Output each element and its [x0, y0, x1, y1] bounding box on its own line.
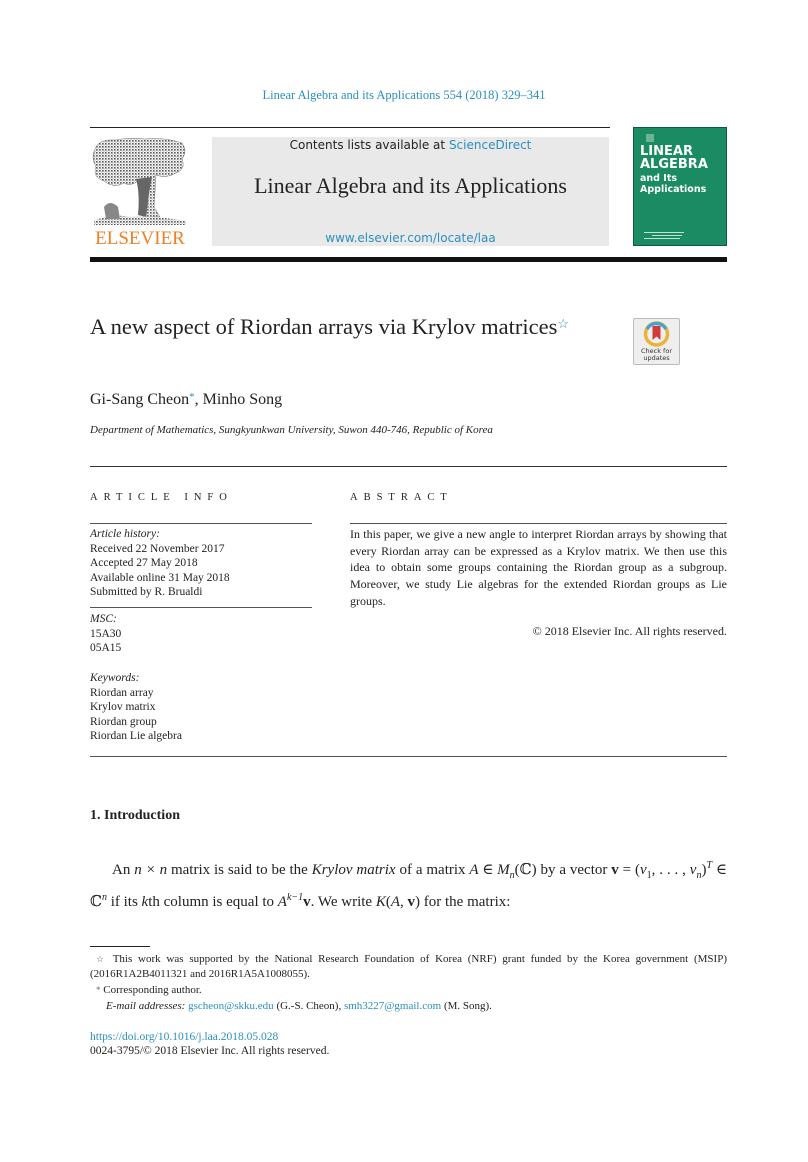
email-addresses: E-mail addresses: gscheon@skku.edu (G.-S…	[90, 999, 727, 1014]
divider	[90, 607, 312, 608]
email-link-song[interactable]: smh3227@gmail.com	[344, 1000, 441, 1012]
abstract-text: In this paper, we give a new angle to in…	[350, 527, 727, 608]
intro-text-fragment: v	[303, 894, 311, 910]
crossmark-icon	[643, 321, 670, 347]
intro-text-fragment: v	[407, 894, 416, 910]
intro-text-fragment: = (	[618, 862, 640, 878]
cover-line-2: ALGEBRA	[640, 157, 708, 172]
abstract-heading: ABSTRACT	[350, 492, 453, 503]
author-name[interactable]: Gi-Sang Cheon	[90, 391, 189, 408]
header-top-rule	[90, 127, 610, 128]
cover-emblem-icon	[646, 134, 654, 142]
footnotes: ☆ This work was supported by the Nationa…	[90, 952, 727, 1013]
msc-label: MSC:	[90, 613, 117, 625]
article-history-label: Article history:	[90, 528, 160, 540]
section-heading: 1. Introduction	[90, 808, 180, 823]
contents-available-line: Contents lists available at ScienceDirec…	[212, 138, 609, 152]
header-bottom-rule	[90, 257, 727, 262]
divider	[90, 756, 727, 757]
msc-codes: MSC: 15A30 05A15	[90, 612, 312, 656]
intro-text-fragment: ) for the matrix:	[415, 894, 511, 910]
footnote-corresponding-text: Corresponding author.	[103, 984, 202, 996]
cover-line-4: Applications	[640, 184, 707, 195]
keyword: Riordan group	[90, 715, 157, 728]
doi-link[interactable]: https://doi.org/10.1016/j.laa.2018.05.02…	[90, 1031, 278, 1043]
tree-icon	[92, 137, 186, 225]
cover-title: LINEAR ALGEBRA	[640, 145, 708, 171]
footnote-funding: ☆ This work was supported by the Nationa…	[90, 952, 727, 981]
intro-text-fragment: if its	[106, 894, 142, 910]
email-link-cheon[interactable]: gscheon@skku.edu	[188, 1000, 274, 1012]
footnote-asterisk: *	[96, 985, 101, 995]
issn-copyright: 0024-3795/© 2018 Elsevier Inc. All right…	[90, 1045, 330, 1057]
history-item: Accepted 27 May 2018	[90, 557, 198, 569]
cover-fine-print	[644, 238, 680, 239]
intro-text-fragment: A ∈ M	[469, 862, 510, 878]
intro-text-fragment: v	[639, 862, 647, 878]
email-owner: (M. Song).	[441, 999, 492, 1012]
cover-fine-print	[644, 232, 684, 233]
author-name[interactable]: Minho Song	[203, 391, 283, 408]
intro-text-fragment: th column is equal to	[148, 894, 278, 910]
keyword: Krylov matrix	[90, 701, 156, 713]
history-item: Submitted by R. Brualdi	[90, 586, 203, 598]
paper-title-text: A new aspect of Riordan arrays via Krylo…	[90, 314, 558, 339]
paper-title: A new aspect of Riordan arrays via Krylo…	[90, 312, 590, 341]
intro-text-fragment: An	[112, 862, 135, 878]
history-item: Available online 31 May 2018	[90, 571, 230, 584]
cover-line-3: and Its	[640, 173, 678, 184]
intro-text-fragment: K	[375, 894, 386, 910]
authors-line: Gi-Sang Cheon*, Minho Song	[90, 391, 282, 409]
krylov-matrix-term: Krylov matrix	[311, 862, 396, 878]
footnote-funding-text: This work was supported by the National …	[90, 953, 727, 980]
article-info-heading: ARTICLE INFO	[90, 492, 233, 503]
msc-code: 15A30	[90, 627, 122, 640]
journal-reference-link[interactable]: Linear Algebra and its Applications 554 …	[0, 88, 808, 103]
email-label: E-mail addresses:	[106, 999, 186, 1012]
divider	[90, 523, 312, 524]
intro-text-fragment: k−1	[286, 892, 304, 903]
intro-text-fragment: (ℂ)	[514, 862, 537, 878]
intro-text-fragment: ,	[400, 894, 408, 910]
intro-text-fragment: of a matrix	[395, 862, 470, 878]
intro-text-fragment: A	[277, 894, 287, 910]
intro-text-fragment: n × n	[134, 862, 168, 878]
abstract-copyright: © 2018 Elsevier Inc. All rights reserved…	[532, 624, 727, 638]
intro-text-fragment: matrix is said to be the	[167, 862, 312, 878]
footnote-star-icon: ☆	[96, 954, 108, 964]
affiliation: Department of Mathematics, Sungkyunkwan …	[90, 424, 493, 436]
footnote-rule	[90, 946, 150, 947]
intro-text-fragment: A	[390, 894, 401, 910]
check-for-updates-label: Check for updates	[641, 347, 672, 362]
intro-paragraph: An n × n matrix is said to be the Krylov…	[90, 855, 727, 913]
intro-text-fragment: , . . . ,	[651, 862, 690, 878]
divider	[350, 523, 727, 524]
journal-url-link[interactable]: www.elsevier.com/locate/laa	[212, 231, 609, 245]
journal-cover-image[interactable]: LINEAR ALGEBRA and Its Applications	[633, 127, 727, 246]
contents-prefix: Contents lists available at	[289, 138, 449, 152]
sciencedirect-link[interactable]: ScienceDirect	[449, 138, 531, 152]
title-footnote-star-icon[interactable]: ☆	[557, 316, 569, 331]
keyword: Riordan Lie algebra	[90, 730, 182, 742]
cover-subtitle: and Its Applications	[640, 173, 706, 195]
elsevier-wordmark: ELSEVIER	[95, 228, 185, 249]
footnote-corresponding: * Corresponding author.	[90, 983, 727, 998]
keyword: Riordan array	[90, 686, 154, 699]
history-item: Received 22 November 2017	[90, 542, 225, 555]
divider	[90, 466, 727, 467]
intro-text-fragment: by a vector	[536, 862, 612, 878]
keywords: Keywords: Riordan array Krylov matrix Ri…	[90, 671, 312, 744]
msc-code: 05A15	[90, 642, 122, 654]
intro-text-fragment: . We write	[310, 894, 376, 910]
journal-title: Linear Algebra and its Applications	[254, 173, 567, 198]
cover-fine-print	[652, 235, 682, 236]
keywords-label: Keywords:	[90, 672, 140, 684]
author-separator: ,	[194, 391, 203, 408]
intro-text-fragment: v	[611, 862, 619, 878]
email-owner: (G.-S. Cheon),	[273, 999, 344, 1012]
check-for-updates-button[interactable]: Check for updates	[633, 318, 680, 365]
article-history: Article history: Received 22 November 20…	[90, 527, 312, 600]
